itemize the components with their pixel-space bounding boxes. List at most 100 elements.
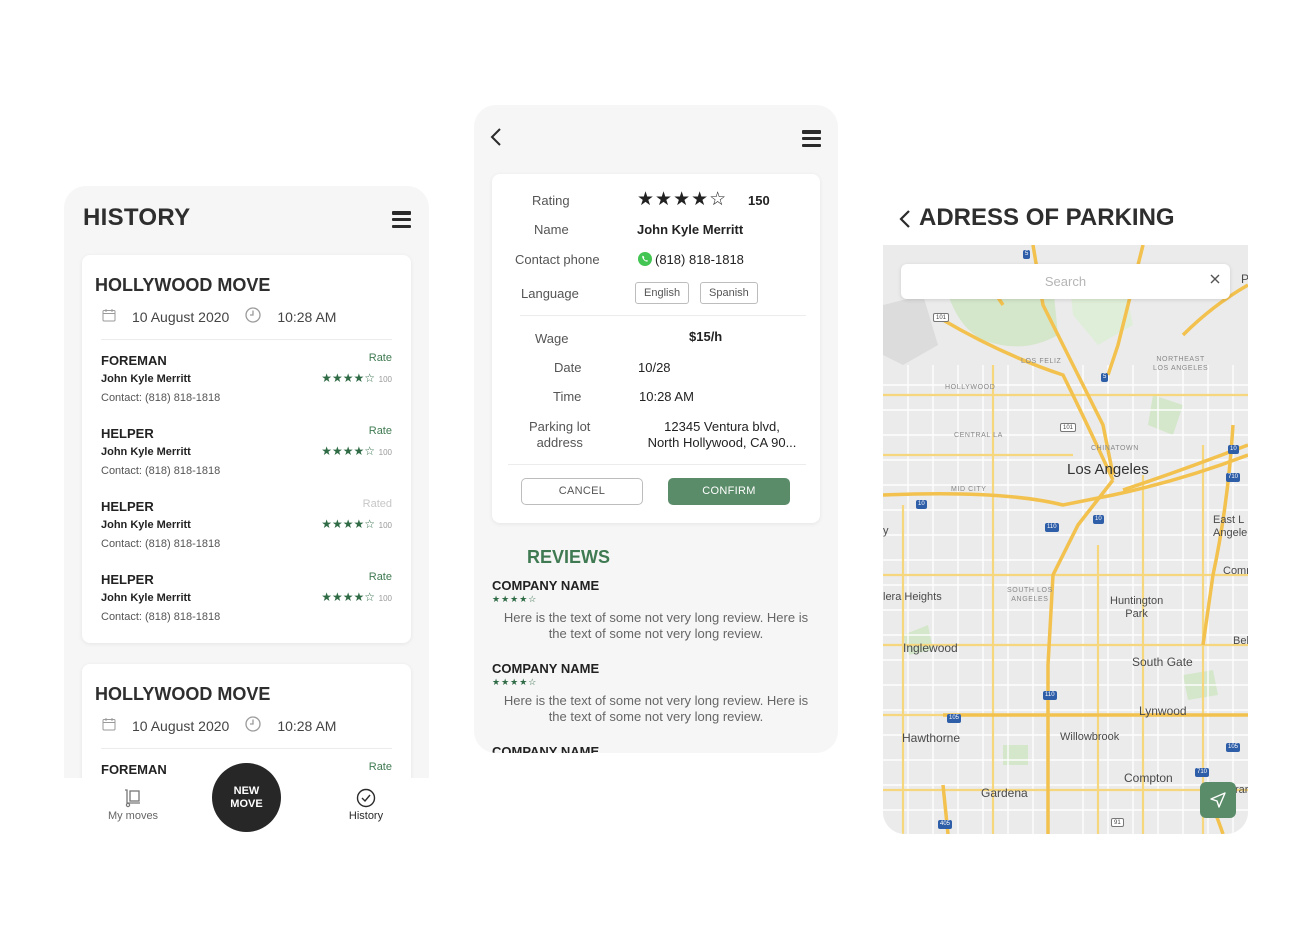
my-location-button[interactable] <box>1200 782 1236 818</box>
map-label-chinatown: CHINATOWN <box>1091 445 1139 452</box>
language-label: Language <box>521 286 579 301</box>
worker-name: John Kyle Merritt <box>101 373 191 385</box>
review-item: COMPANY NAME ★★★★☆ Here is the text of s… <box>492 578 820 642</box>
highway-shield: 110 <box>1043 691 1057 700</box>
parking-address-label: Parking lot address <box>529 419 590 451</box>
map-label-heights: lera Heights <box>883 591 942 603</box>
review-stars: ★★★★☆ <box>492 594 538 604</box>
menu-icon[interactable] <box>392 211 411 229</box>
close-icon[interactable] <box>1209 272 1221 290</box>
worker-role: FOREMAN <box>101 762 167 777</box>
worker-name: John Kyle Merritt <box>101 519 191 531</box>
tab-my-moves[interactable]: My moves <box>106 788 160 822</box>
map-label-hawthorne: Hawthorne <box>902 731 961 745</box>
map-label-northeast-1: NORTHEAST <box>1156 356 1205 363</box>
confirm-button[interactable]: CONFIRM <box>668 478 790 505</box>
rate-link[interactable]: Rate <box>369 761 392 773</box>
review-text-line1: Here is the text of some not very long r… <box>503 693 809 708</box>
cancel-button[interactable]: CANCEL <box>521 478 643 505</box>
rated-label: Rated <box>362 498 392 510</box>
review-text-line1: Here is the text of some not very long r… <box>503 610 809 625</box>
highway-shield: 710 <box>1226 473 1241 482</box>
tab-history[interactable]: History <box>344 788 388 822</box>
reviews-heading: REVIEWS <box>527 547 611 567</box>
review-item: COMPANY NAME <box>492 744 820 753</box>
map-label-edge-rar: rar <box>1235 784 1248 796</box>
rating-label: Rating <box>532 193 570 208</box>
map-label-willowbrook: Willowbrook <box>1060 731 1120 743</box>
map-label-edge-y: y <box>883 525 889 537</box>
map-label-south-la-2: ANGELES <box>1011 596 1049 603</box>
map-view[interactable]: Los Angeles LOS FELIZ NORTHEAST LOS ANGE… <box>883 245 1248 834</box>
wage-label: Wage <box>535 331 569 346</box>
review-stars: ★★★★☆ <box>492 677 538 687</box>
map-label-commerce: Comm <box>1223 565 1248 577</box>
rating-stars: ★★★★☆ <box>321 590 375 604</box>
phone-row[interactable]: (818) 818-1818 <box>637 251 744 267</box>
worker-name: John Kyle Merritt <box>101 446 191 458</box>
divider <box>508 464 806 465</box>
language-chip-spanish: Spanish <box>700 282 758 304</box>
history-screen: HISTORY HOLLYWOOD MOVE 10 August 2020 10… <box>64 186 429 834</box>
page-title: HISTORY <box>83 204 191 231</box>
move-card[interactable]: HOLLYWOOD MOVE 10 August 2020 10:28 AM F… <box>82 255 411 643</box>
map-label-bell: Bel <box>1233 635 1248 647</box>
menu-icon[interactable] <box>802 130 821 148</box>
map-label-huntington-park: Huntington Park <box>1110 595 1163 621</box>
parking-label-line1: Parking lot <box>529 419 591 434</box>
tab-label: History <box>348 810 384 822</box>
page-title: ADRESS OF PARKING <box>919 204 1175 231</box>
worker-row: HELPER John Kyle Merritt Contact: (818) … <box>101 425 392 486</box>
calendar-icon <box>102 308 116 325</box>
search-input[interactable] <box>901 264 1230 299</box>
worker-contact: Contact: (818) 818-1818 <box>101 611 221 623</box>
date-value: 10/28 <box>638 360 671 375</box>
divider <box>101 339 392 340</box>
review-text: Here is the text of some not very long r… <box>492 693 820 725</box>
map-label-huntington-2: Park <box>1125 608 1148 620</box>
worker-name: John Kyle Merritt <box>637 222 744 237</box>
rate-link[interactable]: Rate <box>369 352 392 364</box>
parking-label-line2: address <box>536 435 583 450</box>
new-move-label-1: NEW <box>233 784 260 797</box>
highway-shield: 105 <box>947 714 962 723</box>
dolly-icon <box>125 789 140 808</box>
map-label-northeast-2: LOS ANGELES <box>1153 365 1209 372</box>
rating-stars: ★★★★☆ <box>321 444 375 458</box>
map-label-huntington-1: Huntington <box>1110 595 1164 607</box>
chevron-left-icon <box>490 128 501 146</box>
detail-screen: Rating ★★★★☆ 150 Name John Kyle Merritt … <box>474 105 838 753</box>
rate-link[interactable]: Rate <box>369 425 392 437</box>
clock-icon <box>245 716 261 735</box>
calendar-icon <box>102 717 116 734</box>
move-date: 10 August 2020 <box>132 308 230 325</box>
map-label-east-la-2: Angele <box>1213 527 1248 539</box>
map-label-gardena: Gardena <box>981 786 1028 800</box>
tab-label: My moves <box>107 810 159 822</box>
check-circle-icon <box>356 788 376 808</box>
worker-role: HELPER <box>101 572 154 587</box>
worker-role: HELPER <box>101 426 154 441</box>
divider <box>520 315 806 316</box>
rating-stars: ★★★★☆ <box>637 189 728 210</box>
whatsapp-icon <box>638 252 652 266</box>
new-move-button[interactable]: NEW MOVE <box>212 763 281 832</box>
clock-icon <box>245 307 261 326</box>
date-label: Date <box>554 360 582 375</box>
highway-shield: 405 <box>938 820 953 829</box>
back-button[interactable] <box>899 209 911 234</box>
address-line2: North Hollywood, CA 90... <box>647 435 797 450</box>
parking-address-link[interactable]: 12345 Ventura blvd, North Hollywood, CA … <box>642 419 802 451</box>
worker-contact: Contact: (818) 818-1818 <box>101 392 221 404</box>
worker-contact: Contact: (818) 818-1818 <box>101 538 221 550</box>
review-text-line2: the text of some not very long review. <box>548 626 764 641</box>
rate-link[interactable]: Rate <box>369 571 392 583</box>
worker-row: HELPER John Kyle Merritt Contact: (818) … <box>101 498 392 559</box>
language-chip-english: English <box>635 282 690 304</box>
move-datetime: 10 August 2020 10:28 AM <box>102 307 352 326</box>
divider <box>101 748 392 749</box>
map-label-northeast-la: NORTHEAST LOS ANGELES <box>1153 355 1208 373</box>
new-move-label-2: MOVE <box>230 797 263 810</box>
back-button[interactable] <box>490 127 502 152</box>
map-label-lynwood: Lynwood <box>1139 704 1187 718</box>
